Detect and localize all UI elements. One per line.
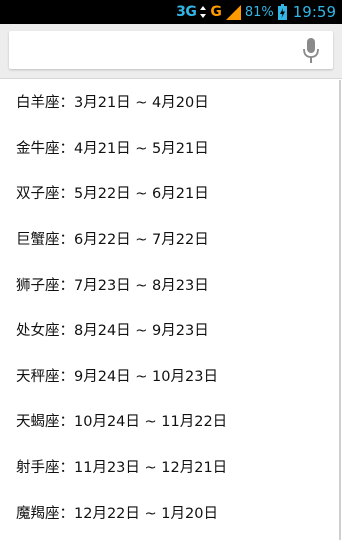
zodiac-list: 白羊座：3月21日 ~ 4月20日 金牛座：4月21日 ~ 5月21日 双子座：… xyxy=(0,78,342,535)
list-item-label: 白羊座：3月21日 ~ 4月20日 xyxy=(16,95,209,112)
scrollbar[interactable] xyxy=(339,80,341,540)
battery-percent: 81% xyxy=(244,4,274,20)
list-item-label: 双子座：5月22日 ~ 6月21日 xyxy=(16,186,209,203)
list-item-label: 魔羯座：12月22日 ~ 1月20日 xyxy=(16,505,218,522)
network-3g-indicator: 3G xyxy=(176,4,197,20)
list-item-capricorn[interactable]: 魔羯座：12月22日 ~ 1月20日 xyxy=(0,489,342,535)
status-bar: 3G G 81% 19:59 xyxy=(0,0,342,24)
list-item-sagittarius[interactable]: 射手座：11月23日 ~ 12月21日 xyxy=(0,444,342,490)
search-bar-container xyxy=(0,24,342,78)
list-item-gemini[interactable]: 双子座：5月22日 ~ 6月21日 xyxy=(0,170,342,216)
list-item-cancer[interactable]: 巨蟹座：6月22日 ~ 7月22日 xyxy=(0,216,342,262)
list-item-label: 天秤座：9月24日 ~ 10月23日 xyxy=(16,368,218,385)
microphone-icon[interactable] xyxy=(301,38,321,64)
status-icons: 3G G 81% 19:59 xyxy=(176,0,336,24)
list-item-taurus[interactable]: 金牛座：4月21日 ~ 5月21日 xyxy=(0,125,342,171)
list-item-libra[interactable]: 天秤座：9月24日 ~ 10月23日 xyxy=(0,353,342,399)
list-item-leo[interactable]: 狮子座：7月23日 ~ 8月23日 xyxy=(0,261,342,307)
list-item-label: 狮子座：7月23日 ~ 8月23日 xyxy=(16,277,209,294)
list-item-scorpio[interactable]: 天蝎座：10月24日 ~ 11月22日 xyxy=(0,398,342,444)
status-clock: 19:59 xyxy=(292,3,336,21)
signal-strength-icon xyxy=(225,4,241,20)
list-item-label: 射手座：11月23日 ~ 12月21日 xyxy=(16,460,228,477)
network-g-indicator: G xyxy=(210,4,222,20)
list-item-label: 处女座：8月24日 ~ 9月23日 xyxy=(16,323,209,340)
search-input[interactable] xyxy=(9,31,333,69)
list-item-label: 天蝎座：10月24日 ~ 11月22日 xyxy=(16,414,228,431)
data-arrows-icon xyxy=(200,6,207,18)
battery-charging-icon xyxy=(277,4,287,20)
list-item-virgo[interactable]: 处女座：8月24日 ~ 9月23日 xyxy=(0,307,342,353)
list-item-label: 巨蟹座：6月22日 ~ 7月22日 xyxy=(16,232,209,249)
list-item-aries[interactable]: 白羊座：3月21日 ~ 4月20日 xyxy=(0,79,342,125)
list-item-label: 金牛座：4月21日 ~ 5月21日 xyxy=(16,140,209,157)
